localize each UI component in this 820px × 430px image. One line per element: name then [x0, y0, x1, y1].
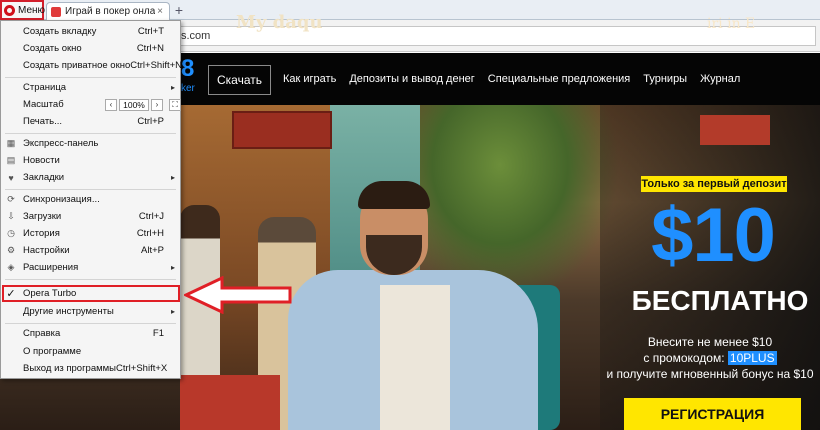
- menu-item-exit[interactable]: Выход из программы Ctrl+Shift+X: [1, 360, 180, 377]
- history-icon: ◷: [7, 228, 15, 238]
- nav-magazine[interactable]: Журнал: [700, 73, 740, 85]
- submenu-arrow-icon: ▸: [170, 263, 175, 272]
- download-button[interactable]: Скачать: [208, 65, 271, 95]
- annotation-highlight-box: [2, 285, 180, 302]
- gear-icon: ⚙: [6, 245, 16, 255]
- menu-item-print[interactable]: Печать... Ctrl+P: [1, 113, 180, 130]
- site-logo-sub: ker: [181, 83, 195, 94]
- heart-icon: ♥: [8, 172, 14, 183]
- menu-item-sync[interactable]: ⟳ Синхронизация...: [1, 191, 180, 208]
- menu-item-help[interactable]: Справка F1: [1, 325, 180, 342]
- promo-line-2-prefix: с промокодом:: [643, 351, 728, 365]
- promo-badge: Только за первый депозит: [641, 176, 787, 192]
- nav-how-to-play[interactable]: Как играть: [283, 73, 336, 85]
- news-icon: ▤: [6, 155, 16, 165]
- site-favicon-icon: [51, 6, 61, 17]
- promo-free: БЕСПЛАТНО: [631, 285, 809, 316]
- opera-main-menu: Создать вкладку Ctrl+T Создать окно Ctrl…: [0, 20, 182, 379]
- opera-logo-icon: [4, 4, 15, 16]
- downloads-icon: ⇩: [7, 211, 15, 221]
- promo-amount: $10: [651, 193, 776, 278]
- promo-line-1: Внесите не менее $10: [647, 335, 773, 349]
- menu-item-bookmarks[interactable]: ♥ Закладки ▸: [1, 169, 180, 186]
- hero-man-tee: [380, 285, 450, 430]
- sync-icon: ⟳: [7, 194, 15, 204]
- zoom-level: 100%: [119, 98, 149, 111]
- fullscreen-button[interactable]: ⛶: [169, 98, 181, 111]
- tab-title: Играй в покер онлайн -: [65, 6, 155, 17]
- zoom-in-button[interactable]: ›: [151, 98, 163, 111]
- tab-close-icon[interactable]: ×: [155, 6, 165, 17]
- menu-item-extensions[interactable]: ◈ Расширения ▸: [1, 259, 180, 276]
- new-tab-button[interactable]: +: [172, 3, 186, 17]
- nav-promotions[interactable]: Специальные предложения: [488, 73, 630, 85]
- menu-item-more-tools[interactable]: Другие инструменты ▸: [1, 303, 180, 320]
- promo-line-2: с промокодом: 10PLUS: [605, 350, 815, 366]
- nav-tournaments[interactable]: Турниры: [643, 73, 687, 85]
- promo-code: 10PLUS: [727, 351, 777, 365]
- menu-item-downloads[interactable]: ⇩ Загрузки Ctrl+J: [1, 208, 180, 225]
- hero-sign-right: [700, 115, 770, 145]
- annotation-arrow-icon: [184, 276, 292, 314]
- menu-item-settings[interactable]: ⚙ Настройки Alt+P: [1, 242, 180, 259]
- opera-menu-button[interactable]: Меню: [0, 0, 46, 20]
- menu-item-new-window[interactable]: Создать окно Ctrl+N: [1, 40, 180, 57]
- register-button[interactable]: РЕГИСТРАЦИЯ: [624, 398, 801, 430]
- hero-sign-right-text: iri in E: [707, 16, 756, 32]
- submenu-arrow-icon: ▸: [170, 83, 175, 92]
- hero-table: [180, 375, 280, 430]
- menu-item-news[interactable]: ▤ Новости: [1, 152, 180, 169]
- url-text: s.com: [181, 30, 211, 42]
- menu-separator: [5, 279, 176, 280]
- tab-strip: Меню Играй в покер онлайн - × +: [0, 0, 820, 20]
- site-nav: Как играть Депозиты и вывод денег Специа…: [283, 73, 740, 85]
- zoom-controls: ‹ 100% › ⛶: [105, 96, 181, 113]
- menu-item-new-tab[interactable]: Создать вкладку Ctrl+T: [1, 23, 180, 40]
- menu-item-zoom: Масштаб ‹ 100% › ⛶: [1, 96, 181, 113]
- promo-line-3: и получите мгновенный бонус на $10: [606, 367, 814, 381]
- nav-deposits[interactable]: Депозиты и вывод денег: [349, 73, 474, 85]
- menu-button-label: Меню: [18, 4, 46, 16]
- extensions-icon: ◈: [7, 262, 15, 272]
- menu-separator: [5, 77, 176, 78]
- menu-item-speed-dial[interactable]: ▦ Экспресс-панель: [1, 135, 180, 152]
- submenu-arrow-icon: ▸: [170, 173, 175, 182]
- hero-sign-text: My daqu: [236, 12, 323, 33]
- browser-tab[interactable]: Играй в покер онлайн - ×: [46, 2, 170, 20]
- menu-item-history[interactable]: ◷ История Ctrl+H: [1, 225, 180, 242]
- menu-separator: [5, 189, 176, 190]
- speed-dial-icon: ▦: [6, 138, 16, 148]
- hero-man-hair: [358, 181, 430, 209]
- hero-sign: [232, 111, 332, 149]
- menu-item-private-window[interactable]: Создать приватное окно Ctrl+Shift+N: [1, 57, 182, 74]
- menu-item-about[interactable]: О программе: [1, 343, 180, 360]
- menu-separator: [5, 323, 176, 324]
- zoom-out-button[interactable]: ‹: [105, 98, 117, 111]
- menu-separator: [5, 133, 176, 134]
- menu-item-page[interactable]: Страница ▸: [1, 79, 180, 96]
- submenu-arrow-icon: ▸: [170, 307, 175, 316]
